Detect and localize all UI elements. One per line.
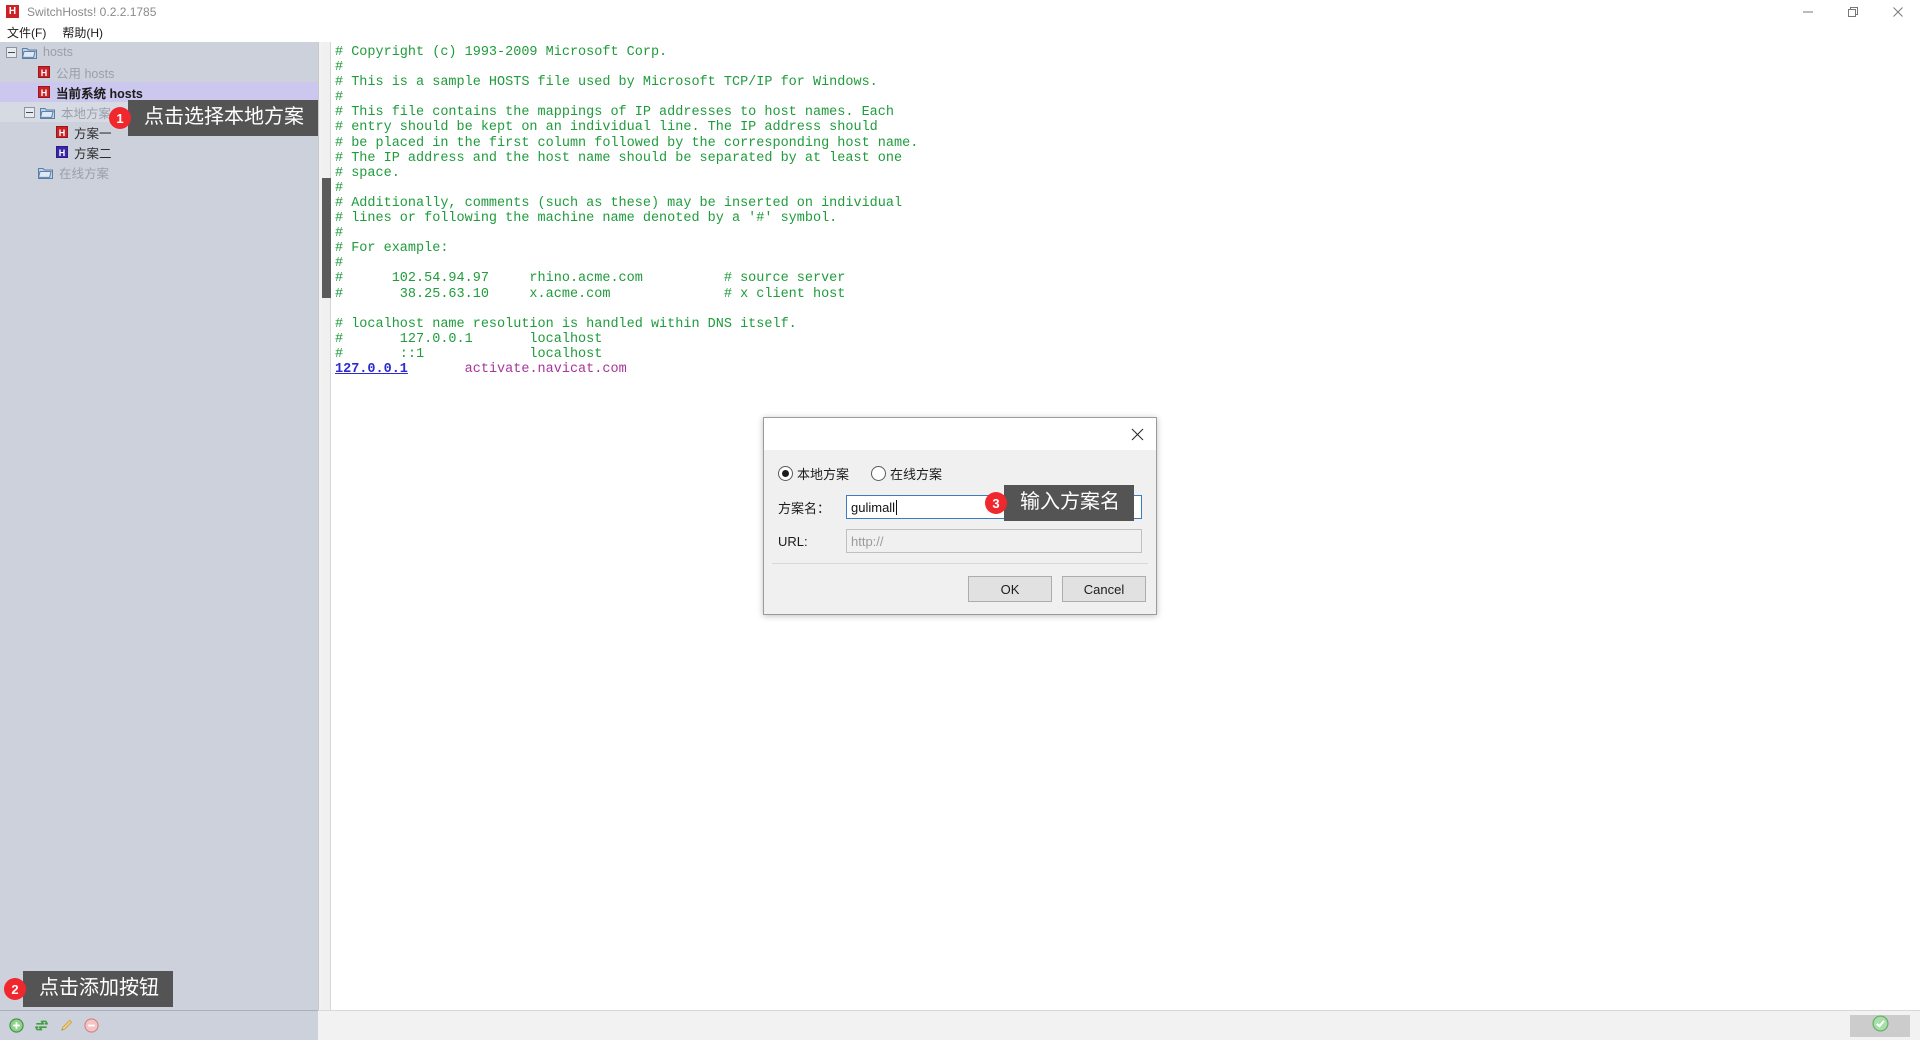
menu-item-help[interactable]: 帮助(H): [62, 24, 103, 41]
window-titlebar: H SwitchHosts! 0.2.2.1785: [0, 0, 1920, 23]
callout-enter-name: 3 输入方案名: [985, 485, 1134, 521]
statusbar: [318, 1010, 1920, 1040]
h-icon-blue: H: [56, 146, 68, 158]
tree-expander-icon[interactable]: [24, 107, 35, 118]
tree-item-label: 当前系统 hosts: [56, 83, 143, 102]
callout-badge-3: 3: [985, 492, 1007, 514]
tree-expander-icon[interactable]: [6, 47, 17, 58]
cancel-button[interactable]: Cancel: [1062, 576, 1146, 602]
switchhosts-window: H SwitchHosts! 0.2.2.1785 文件(F) 帮助(H): [0, 0, 1920, 1040]
app-logo-icon: H: [6, 5, 19, 18]
editor-scrollbar-thumb[interactable]: [322, 178, 331, 298]
tree-item-6[interactable]: 在线方案: [0, 162, 318, 182]
callout-badge-1: 1: [109, 107, 131, 129]
menu-item-file[interactable]: 文件(F): [7, 24, 46, 41]
plus-circle-icon[interactable]: [8, 1018, 24, 1034]
callout-select-local: 1 点击选择本地方案: [109, 100, 318, 136]
hosts-file-content: # Copyright (c) 1993-2009 Microsoft Corp…: [335, 45, 1920, 377]
tree-item-2[interactable]: H 当前系统 hosts: [0, 82, 318, 102]
refresh-arrows-icon[interactable]: [33, 1018, 49, 1034]
scheme-name-value: gulimall: [851, 500, 895, 515]
ok-button[interactable]: OK: [968, 576, 1052, 602]
callout-text-3: 输入方案名: [1004, 485, 1134, 521]
tree-item-5[interactable]: H 方案二: [0, 142, 318, 162]
dialog-separator: [772, 563, 1148, 564]
tree-item-label: hosts: [43, 45, 73, 59]
h-icon-red: H: [56, 126, 68, 138]
radio-dot-icon: [871, 466, 886, 481]
radio-local-scheme[interactable]: 本地方案: [778, 464, 849, 483]
dialog-button-row: OK Cancel: [958, 576, 1146, 602]
callout-badge-2: 2: [4, 978, 26, 1000]
folder-icon: [22, 46, 37, 59]
tree-item-label: 公用 hosts: [56, 63, 114, 82]
dialog-close-icon[interactable]: [1118, 419, 1156, 449]
callout-text-1: 点击选择本地方案: [128, 100, 318, 136]
tree-item-0[interactable]: hosts: [0, 42, 318, 62]
close-icon[interactable]: [1875, 0, 1920, 23]
h-icon-red: H: [38, 86, 50, 98]
scheme-url-placeholder: http://: [851, 534, 884, 549]
scheme-url-row: URL: http://: [778, 529, 1142, 553]
folder-icon: [40, 106, 55, 119]
callout-text-2: 点击添加按钮: [23, 971, 173, 1007]
radio-online-scheme-label: 在线方案: [890, 464, 942, 483]
hosts-tree-panel: hosts H 公用 hosts H 当前系统 hosts本地方案 H 方案一 H 方案二在线方…: [0, 42, 318, 1010]
scheme-url-label: URL:: [778, 534, 846, 549]
radio-local-scheme-label: 本地方案: [797, 464, 849, 483]
tree-item-label: 在线方案: [59, 163, 109, 182]
scheme-name-label: 方案名：: [778, 498, 846, 517]
callout-add-button: 2 点击添加按钮: [4, 971, 173, 1007]
tree-item-label: 方案二: [74, 143, 112, 162]
window-title: SwitchHosts! 0.2.2.1785: [27, 5, 156, 19]
editor-scrollbar[interactable]: [322, 42, 331, 1010]
sidebar-toolbar: [0, 1010, 318, 1040]
tree-item-label: 本地方案: [61, 103, 111, 122]
pencil-icon[interactable]: [58, 1018, 74, 1034]
radio-dot-icon: [778, 466, 793, 481]
scheme-url-input[interactable]: http://: [846, 529, 1142, 553]
folder-icon: [38, 166, 53, 179]
tree-item-1[interactable]: H 公用 hosts: [0, 62, 318, 82]
minimize-icon[interactable]: [1785, 0, 1830, 23]
dialog-titlebar: [764, 418, 1156, 450]
check-circle-icon: [1872, 1015, 1889, 1037]
menubar: 文件(F) 帮助(H): [0, 23, 1920, 42]
restore-icon[interactable]: [1830, 0, 1875, 23]
radio-online-scheme[interactable]: 在线方案: [871, 464, 942, 483]
status-ok-badge: [1850, 1015, 1910, 1037]
minus-circle-icon[interactable]: [83, 1018, 99, 1034]
tree-item-label: 方案一: [74, 123, 112, 142]
window-controls: [1785, 0, 1920, 23]
scheme-type-radio-group: 本地方案 在线方案: [778, 460, 1142, 486]
h-icon-red: H: [38, 66, 50, 78]
text-caret: [896, 500, 897, 515]
